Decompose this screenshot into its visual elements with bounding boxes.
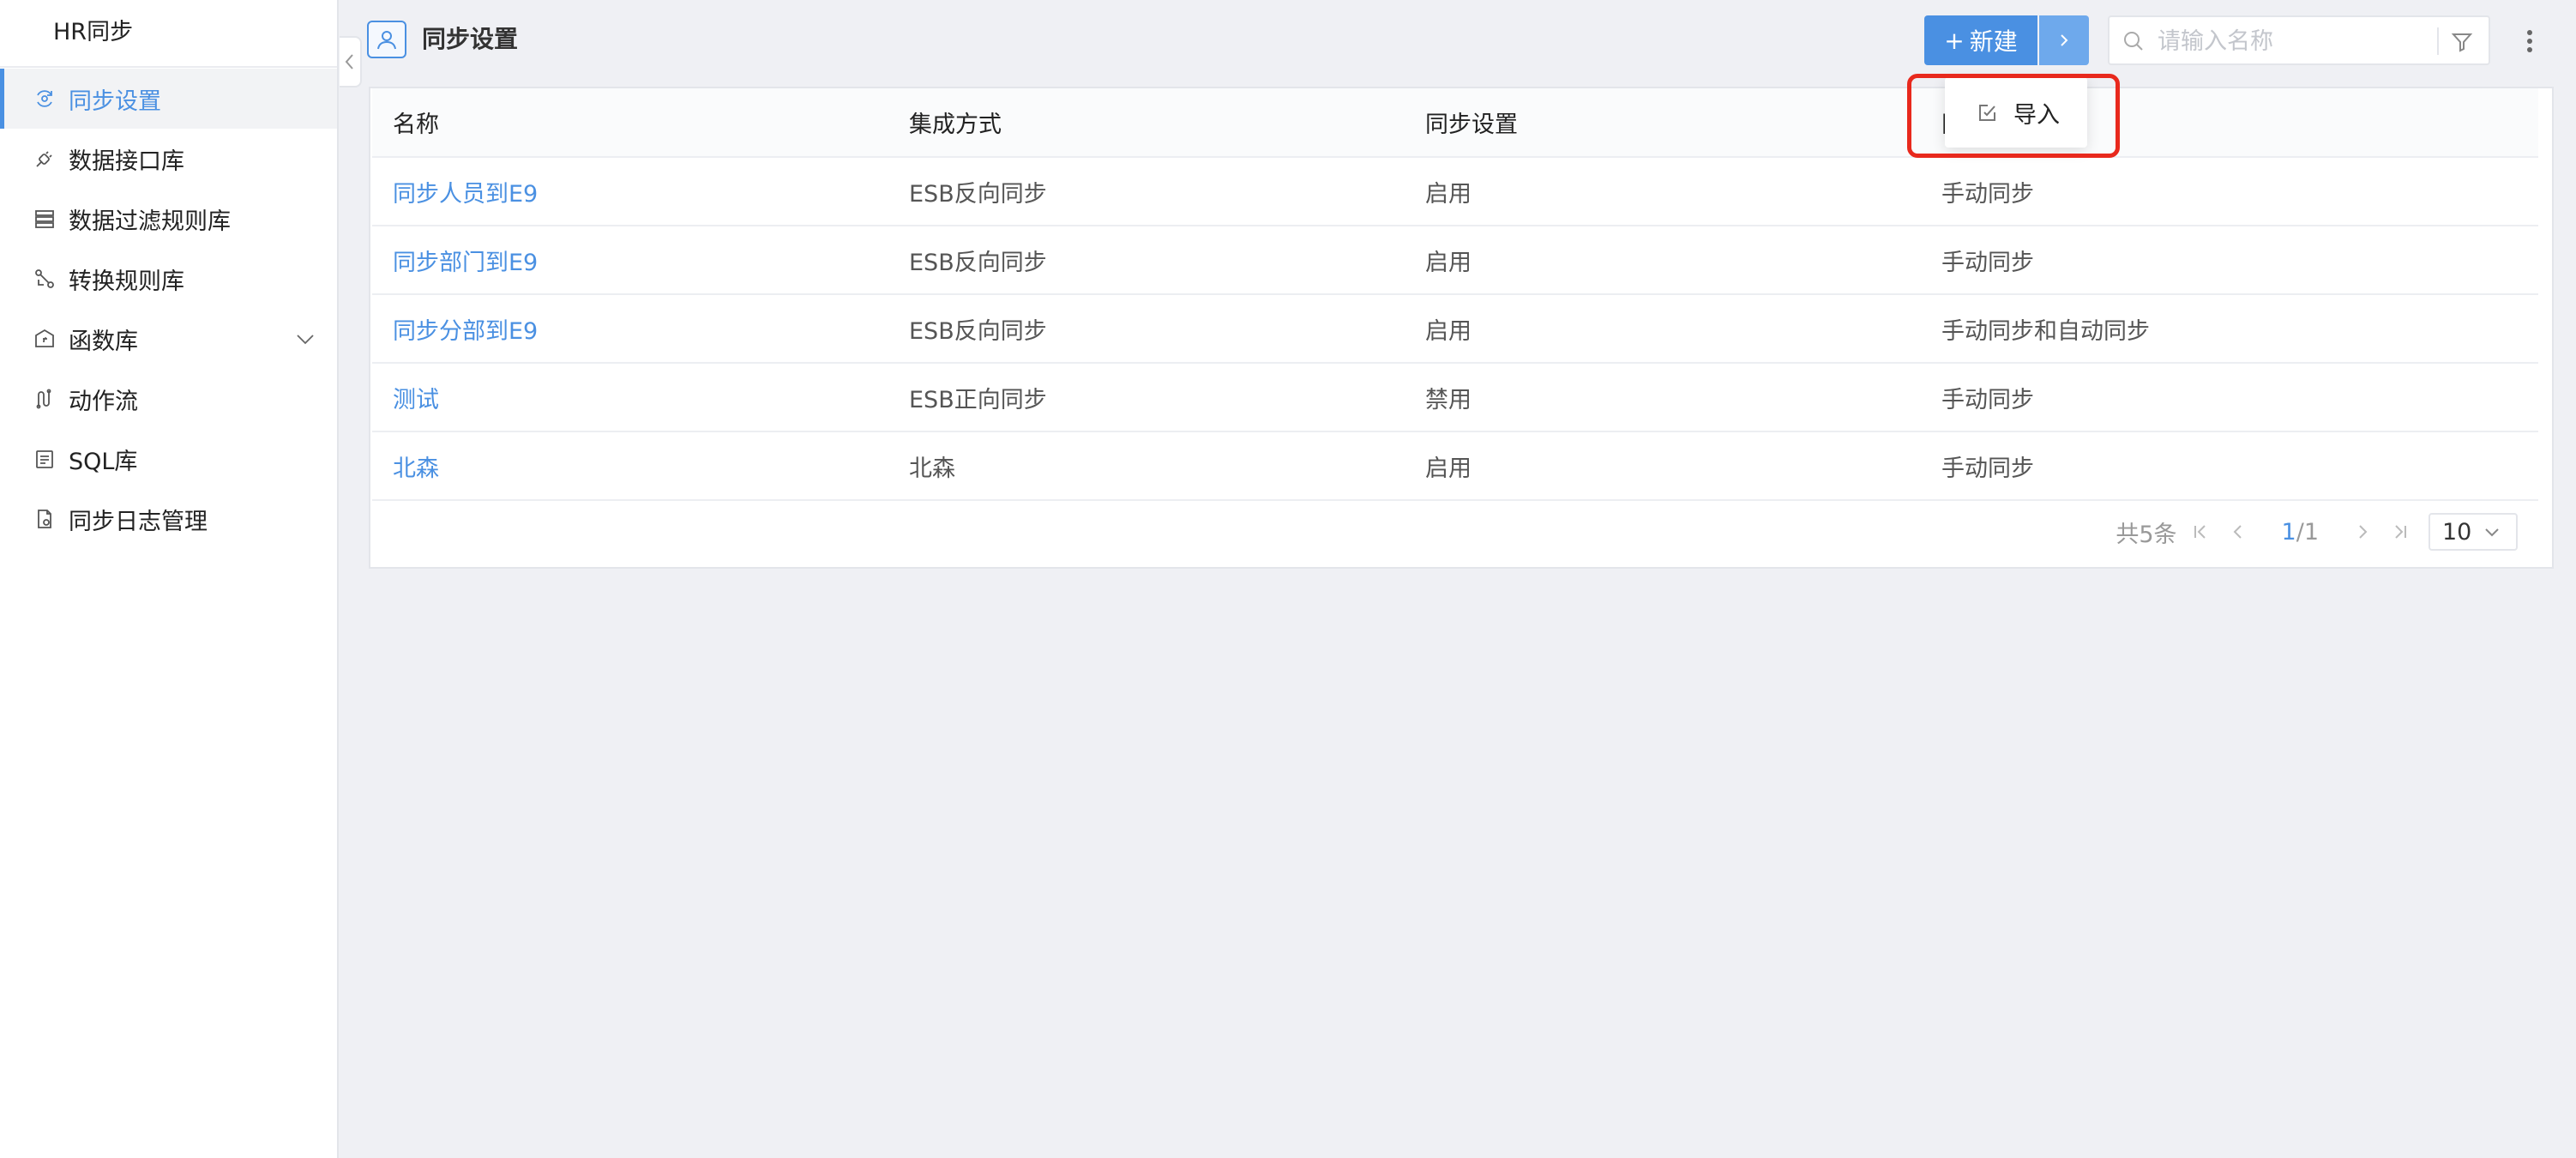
chevron-right-icon [2061,34,2068,46]
search-input[interactable] [2156,24,2413,58]
page-size-value: 10 [2442,518,2472,546]
import-menu-item[interactable]: 导入 [1945,77,2087,148]
sidebar-menu: 同步设置 数据接口库 数据过滤规则库 转换规则库 函数库 动作流 SQL库 同步… [0,69,337,549]
table-row[interactable]: 同步分部到E9 ESB反向同步 启用 手动同步和自动同步 [372,294,2538,364]
row-integration: ESB反向同步 [888,157,1405,226]
sidebar-item-sql-lib[interactable]: SQL库 [0,429,337,489]
plug-icon [33,147,57,171]
column-header-sync-setting[interactable]: 同步设置 [1405,88,1921,158]
row-sync-setting: 启用 [1405,226,1921,295]
table-row[interactable]: 同步部门到E9 ESB反向同步 启用 手动同步 [372,226,2538,295]
search-box [2108,15,2490,65]
row-sync-setting: 启用 [1405,431,1921,501]
divider [0,66,337,68]
row-integration: ESB反向同步 [888,226,1405,295]
table-row[interactable]: 测试 ESB正向同步 禁用 手动同步 [372,363,2538,432]
row-sync-mode: 手动同步和自动同步 [1921,294,2538,364]
row-sync-mode: 手动同步 [1921,363,2538,432]
sidebar-item-label: 数据接口库 [69,148,184,175]
row-integration: ESB反向同步 [888,294,1405,364]
flow-icon [33,387,57,411]
page-title: 同步设置 [422,25,519,53]
sidebar: HR同步 同步设置 数据接口库 数据过滤规则库 转换规则库 函数库 动作流 SQ… [0,0,339,1158]
chevron-right-icon [2359,525,2368,539]
last-page-icon [2395,525,2406,539]
sidebar-item-label: 同步设置 [69,87,161,115]
pagination: 共5条 1/1 10 [2116,510,2518,553]
sidebar-item-filter-rules[interactable]: 数据过滤规则库 [0,189,337,249]
column-header-integration[interactable]: 集成方式 [888,88,1405,158]
page-size-select[interactable]: 10 [2429,513,2518,551]
table-row[interactable]: 同步人员到E9 ESB反向同步 启用 手动同步 [372,157,2538,226]
table-row[interactable]: 北森 北森 启用 手动同步 [372,431,2538,501]
row-sync-mode: 手动同步 [1921,226,2538,295]
more-menu-button[interactable] [2514,19,2545,63]
first-page-icon [2194,525,2206,539]
sidebar-item-label: SQL库 [69,448,138,475]
new-dropdown-toggle[interactable] [2039,15,2089,65]
row-name-link[interactable]: 同步分部到E9 [372,294,888,364]
sidebar-item-label: 函数库 [69,328,138,355]
row-sync-mode: 手动同步 [1921,431,2538,501]
page-indicator: 1/1 [2282,519,2319,546]
column-header-name[interactable]: 名称 [372,88,888,158]
total-pages: 1 [2303,518,2319,546]
log-icon [33,507,57,531]
sync-table: 名称 集成方式 同步设置 同步方式 同步人员到E9 ESB反向同步 启用 手动同… [372,88,2538,501]
chevron-down-icon [2485,528,2500,537]
sidebar-collapse-button[interactable] [340,36,362,87]
app-title: HR同步 [53,19,134,45]
chevron-left-icon [345,54,353,69]
sidebar-item-label: 转换规则库 [69,268,184,295]
divider [2437,27,2439,55]
more-vertical-icon [2527,30,2532,52]
row-name-link[interactable]: 测试 [372,363,888,432]
last-page-button[interactable] [2386,515,2415,549]
sidebar-item-action-flow[interactable]: 动作流 [0,369,337,429]
sidebar-item-label: 同步日志管理 [69,508,208,535]
row-integration: 北森 [888,431,1405,501]
row-sync-setting: 启用 [1405,294,1921,364]
table-header-row: 名称 集成方式 同步设置 同步方式 [372,88,2538,158]
sidebar-item-function-lib[interactable]: 函数库 [0,309,337,369]
row-integration: ESB正向同步 [888,363,1405,432]
plus-icon: + [1944,26,1965,55]
sync-settings-icon [33,87,57,111]
filter-icon[interactable] [2449,29,2475,55]
transform-icon [33,267,57,291]
sidebar-item-sync-settings[interactable]: 同步设置 [0,69,337,129]
row-name-link[interactable]: 同步人员到E9 [372,157,888,226]
import-label: 导入 [2013,101,2060,129]
sidebar-item-label: 数据过滤规则库 [69,208,231,235]
table-card: 名称 集成方式 同步设置 同步方式 同步人员到E9 ESB反向同步 启用 手动同… [369,87,2554,569]
new-button-label: 新建 [1969,27,2018,56]
sidebar-item-label: 动作流 [69,388,138,415]
first-page-button[interactable] [2186,515,2215,549]
new-button[interactable]: + 新建 [1924,15,2037,65]
sidebar-item-transform-rules[interactable]: 转换规则库 [0,249,337,309]
user-sync-icon [377,31,396,50]
row-sync-mode: 手动同步 [1921,157,2538,226]
chevron-down-icon[interactable] [294,328,316,350]
sidebar-item-data-interface[interactable]: 数据接口库 [0,129,337,189]
chevron-left-icon [2233,525,2242,539]
page-separator: / [2296,518,2304,546]
row-sync-setting: 启用 [1405,157,1921,226]
search-icon [2124,32,2143,51]
row-name-link[interactable]: 同步部门到E9 [372,226,888,295]
total-count: 共5条 [2116,521,2177,548]
function-icon [33,327,57,351]
edit-check-icon [1979,105,1995,121]
page-icon [367,21,406,58]
row-sync-setting: 禁用 [1405,363,1921,432]
next-page-button[interactable] [2348,515,2377,549]
row-name-link[interactable]: 北森 [372,431,888,501]
current-page: 1 [2281,518,2296,546]
sidebar-item-sync-log[interactable]: 同步日志管理 [0,489,337,549]
sql-icon [33,447,57,471]
prev-page-button[interactable] [2224,515,2253,549]
database-icon [33,207,57,231]
